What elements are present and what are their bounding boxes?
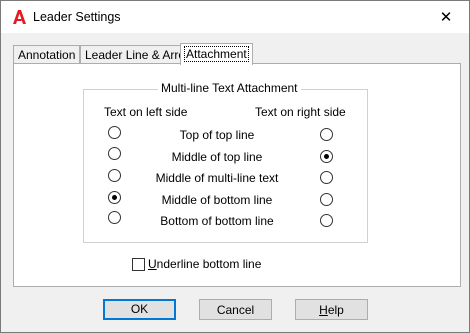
close-icon: ✕	[439, 9, 453, 26]
tab-annotation[interactable]: Annotation	[13, 45, 81, 64]
tab-label: Attachment	[184, 46, 249, 62]
tab-attachment[interactable]: Attachment	[180, 43, 253, 65]
underline-bottom-line-checkbox[interactable]	[132, 258, 145, 271]
underline-bottom-line-label: Underline bottom line	[148, 257, 262, 271]
right-middle-of-multiline-text-radio[interactable]	[320, 171, 333, 184]
right-middle-of-bottom-line-radio[interactable]	[320, 193, 333, 206]
close-button[interactable]: ✕	[423, 1, 469, 33]
window-title: Leader Settings	[33, 10, 121, 24]
row-label-bottom-of-bottom-line: Bottom of bottom line	[160, 214, 274, 228]
tab-label: Leader Line & Arrow	[85, 48, 194, 62]
row-label-middle-of-bottom-line: Middle of bottom line	[161, 193, 273, 207]
right-side-header: Text on right side	[255, 105, 346, 119]
tab-label: Annotation	[18, 48, 76, 62]
attachment-panel: Multi-line Text Attachment Text on left …	[13, 63, 461, 287]
row-label-top-of-top-line: Top of top line	[179, 128, 255, 142]
right-middle-of-top-line-radio[interactable]	[320, 150, 333, 163]
row-label-middle-of-multiline-text: Middle of multi-line text	[155, 171, 279, 185]
right-top-of-top-line-radio[interactable]	[320, 128, 333, 141]
help-button[interactable]: Help	[295, 299, 368, 320]
right-bottom-of-bottom-line-radio[interactable]	[320, 214, 333, 227]
group-title: Multi-line Text Attachment	[158, 81, 301, 95]
title-bar: Leader Settings ✕	[1, 1, 469, 33]
ok-button[interactable]: OK	[103, 299, 176, 320]
left-side-header: Text on left side	[104, 105, 188, 119]
cancel-button[interactable]: Cancel	[199, 299, 272, 320]
row-label-middle-of-top-line: Middle of top line	[171, 150, 263, 164]
leader-settings-dialog: Leader Settings ✕ Annotation Leader Line…	[0, 0, 470, 333]
autocad-app-icon	[13, 10, 26, 24]
